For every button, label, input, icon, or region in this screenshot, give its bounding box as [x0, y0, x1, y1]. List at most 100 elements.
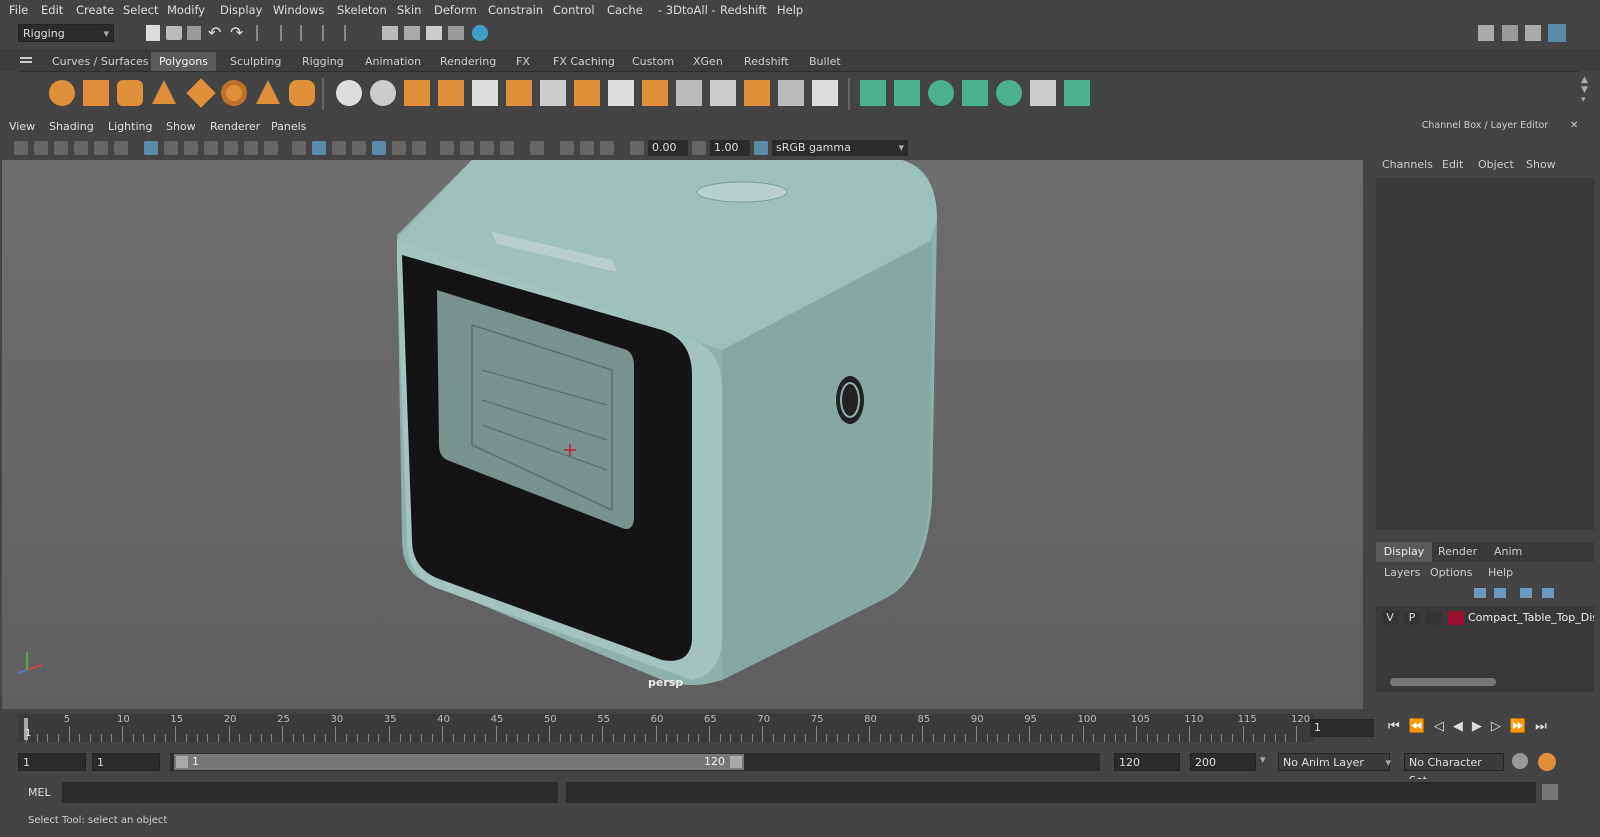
go-to-end-icon[interactable]: ⏭ [1535, 719, 1556, 734]
layer-row[interactable]: V P Compact_Table_Top_Dish [1378, 610, 1594, 626]
gamma-icon[interactable] [692, 141, 706, 155]
color-management-icon[interactable] [754, 141, 768, 155]
go-to-start-icon[interactable]: ⏮ [1388, 719, 1409, 734]
tab-fx[interactable]: FX [508, 52, 538, 71]
undo-icon[interactable]: ↶ [208, 23, 221, 42]
hypershade-icon[interactable] [472, 25, 488, 41]
shelf-scroll-icon[interactable]: ▲ ▼ ▾ [1581, 75, 1588, 105]
combine-icon[interactable] [336, 80, 362, 106]
grid-icon[interactable] [144, 141, 158, 155]
bookmark-icon[interactable] [54, 141, 68, 155]
tab-sculpting[interactable]: Sculpting [222, 52, 290, 71]
layer-menu-layers[interactable]: Layers [1384, 566, 1420, 579]
panel-menu-panels[interactable]: Panels [271, 120, 306, 133]
uv-automatic-icon[interactable] [962, 80, 988, 106]
playback-end-field[interactable]: 120 [1114, 753, 1180, 771]
image-plane-icon[interactable] [74, 141, 88, 155]
poly-pyramid-icon[interactable] [256, 80, 280, 104]
gamma-field[interactable]: 1.00 [710, 140, 750, 156]
new-scene-icon[interactable] [146, 25, 160, 41]
shelf-menu-icon[interactable] [20, 57, 32, 59]
use-default-material-icon[interactable] [332, 141, 346, 155]
layer-color-swatch[interactable] [1448, 611, 1464, 625]
animation-end-field[interactable]: 200 [1190, 753, 1256, 771]
layer-playback-toggle[interactable]: P [1404, 611, 1420, 625]
screen-space-ao-icon[interactable] [440, 141, 454, 155]
new-layer-icon[interactable] [1520, 588, 1532, 598]
save-scene-icon[interactable] [187, 26, 201, 40]
uv-cylindrical-icon[interactable] [894, 80, 920, 106]
isolate-select-icon[interactable] [530, 141, 544, 155]
render-view-icon[interactable] [382, 26, 398, 40]
layer-menu-options[interactable]: Options [1430, 566, 1472, 579]
grease-pencil-icon[interactable] [94, 141, 108, 155]
ipr-render-icon[interactable] [426, 26, 442, 40]
poly-cylinder-icon[interactable] [117, 80, 143, 106]
xray-icon[interactable] [560, 141, 574, 155]
workspace-icon[interactable] [1478, 25, 1494, 41]
render-frame-icon[interactable] [404, 26, 420, 40]
tab-render[interactable]: Render [1438, 545, 1477, 558]
menu-select[interactable]: Select [123, 3, 158, 17]
append-polygon-icon[interactable] [676, 80, 702, 106]
poly-plane-icon[interactable] [186, 78, 216, 108]
xray-active-icon[interactable] [580, 141, 594, 155]
tab-animation[interactable]: Animation [357, 52, 430, 71]
resolution-gate-icon[interactable] [184, 141, 198, 155]
field-chart-icon[interactable] [224, 141, 238, 155]
chevron-down-icon[interactable]: ▾ [1260, 753, 1266, 766]
panel-menu-lighting[interactable]: Lighting [108, 120, 152, 133]
command-language-label[interactable]: MEL [28, 786, 51, 799]
tab-custom[interactable]: Custom [624, 52, 683, 71]
time-slider-track[interactable]: 5 10 15 20 25 30 35 40 45 50 55 60 65 70 75 80 85 90 95 100… [18, 714, 1314, 742]
gate-mask-icon[interactable] [204, 141, 218, 155]
safe-action-icon[interactable] [244, 141, 258, 155]
poly-pipe-icon[interactable] [289, 80, 315, 106]
range-start-handle[interactable] [176, 756, 188, 768]
auto-key-icon[interactable] [1512, 753, 1528, 769]
step-forward-icon[interactable]: ⏩ [1510, 719, 1535, 734]
panel-menu-shading[interactable]: Shading [49, 120, 94, 133]
bridge-icon[interactable] [574, 80, 600, 106]
poly-torus-icon[interactable] [221, 80, 247, 106]
character-set-dropdown[interactable]: No Character Set [1404, 753, 1504, 787]
time-slider[interactable]: 5 10 15 20 25 30 35 40 45 50 55 60 65 70 75 80 85 90 95 100… [0, 712, 1600, 746]
poly-cone-icon[interactable] [152, 80, 176, 104]
triangulate-icon[interactable] [778, 80, 804, 106]
view-transform-dropdown[interactable]: sRGB gamma ▾ [772, 140, 908, 156]
use-all-lights-icon[interactable] [392, 141, 406, 155]
tab-rendering[interactable]: Rendering [432, 52, 505, 71]
channel-box-toggle-icon[interactable] [1548, 24, 1566, 42]
poly-sphere-icon[interactable] [49, 80, 75, 106]
uv-unfold-icon[interactable] [996, 80, 1022, 106]
channel-menu-channels[interactable]: Channels [1382, 158, 1433, 171]
exposure-icon[interactable] [630, 141, 644, 155]
2d-pan-zoom-icon[interactable] [114, 141, 128, 155]
menu-skeleton[interactable]: Skeleton [337, 3, 387, 17]
uv-spherical-icon[interactable] [928, 80, 954, 106]
step-forward-key-icon[interactable]: ▷ [1491, 719, 1510, 734]
smooth-shade-icon[interactable] [312, 141, 326, 155]
menu-create[interactable]: Create [76, 3, 114, 17]
menu-control[interactable]: Control [553, 3, 595, 17]
wireframe-icon[interactable] [292, 141, 306, 155]
range-bar[interactable] [174, 754, 744, 770]
smooth-icon[interactable] [438, 80, 464, 106]
range-track[interactable]: 1 120 [170, 753, 1100, 771]
fill-hole-icon[interactable] [710, 80, 736, 106]
menu-edit[interactable]: Edit [41, 3, 63, 17]
menu-deform[interactable]: Deform [434, 3, 477, 17]
quadrangulate-icon[interactable] [812, 80, 838, 106]
open-scene-icon[interactable] [166, 26, 182, 40]
menu-skin[interactable]: Skin [397, 3, 421, 17]
move-layer-up-icon[interactable] [1474, 588, 1486, 598]
tab-polygons[interactable]: Polygons [151, 52, 216, 71]
menu-help[interactable]: Help [777, 3, 803, 17]
playback-start-field[interactable]: 1 [92, 753, 160, 771]
uv-layout-icon[interactable] [1064, 80, 1090, 106]
command-input[interactable] [62, 782, 558, 803]
target-weld-icon[interactable] [642, 80, 668, 106]
redo-icon[interactable]: ↷ [230, 23, 243, 42]
textured-icon[interactable] [372, 141, 386, 155]
insert-edge-loop-icon[interactable] [608, 80, 634, 106]
